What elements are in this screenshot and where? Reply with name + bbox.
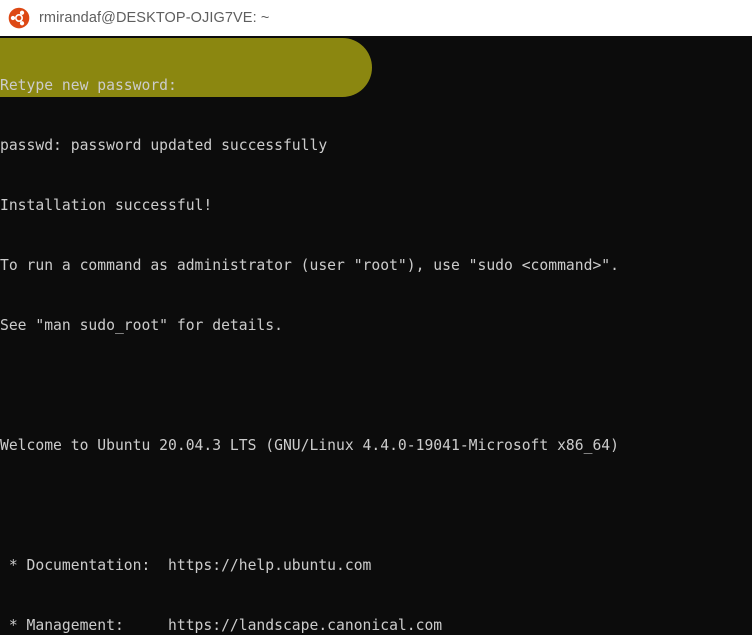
terminal-line: See "man sudo_root" for details. xyxy=(0,317,283,334)
terminal-line: Retype new password: xyxy=(0,77,177,94)
ubuntu-logo-icon xyxy=(8,7,30,29)
terminal-line: passwd: password updated successfully xyxy=(0,137,328,154)
terminal-line: * Management: https://landscape.canonica… xyxy=(0,617,443,634)
terminal-line: * Documentation: https://help.ubuntu.com xyxy=(0,557,372,574)
terminal-line: Installation successful! xyxy=(0,197,213,214)
terminal-body[interactable]: Retype new password: passwd: password up… xyxy=(0,36,752,635)
terminal-line: To run a command as administrator (user … xyxy=(0,257,619,274)
terminal-line: Welcome to Ubuntu 20.04.3 LTS (GNU/Linux… xyxy=(0,437,619,454)
terminal-output: Retype new password: passwd: password up… xyxy=(0,36,619,635)
window-title: rmirandaf@DESKTOP-OJIG7VE: ~ xyxy=(39,10,270,26)
title-bar[interactable]: rmirandaf@DESKTOP-OJIG7VE: ~ xyxy=(0,0,752,36)
terminal-window: rmirandaf@DESKTOP-OJIG7VE: ~ Retype new … xyxy=(0,0,752,635)
